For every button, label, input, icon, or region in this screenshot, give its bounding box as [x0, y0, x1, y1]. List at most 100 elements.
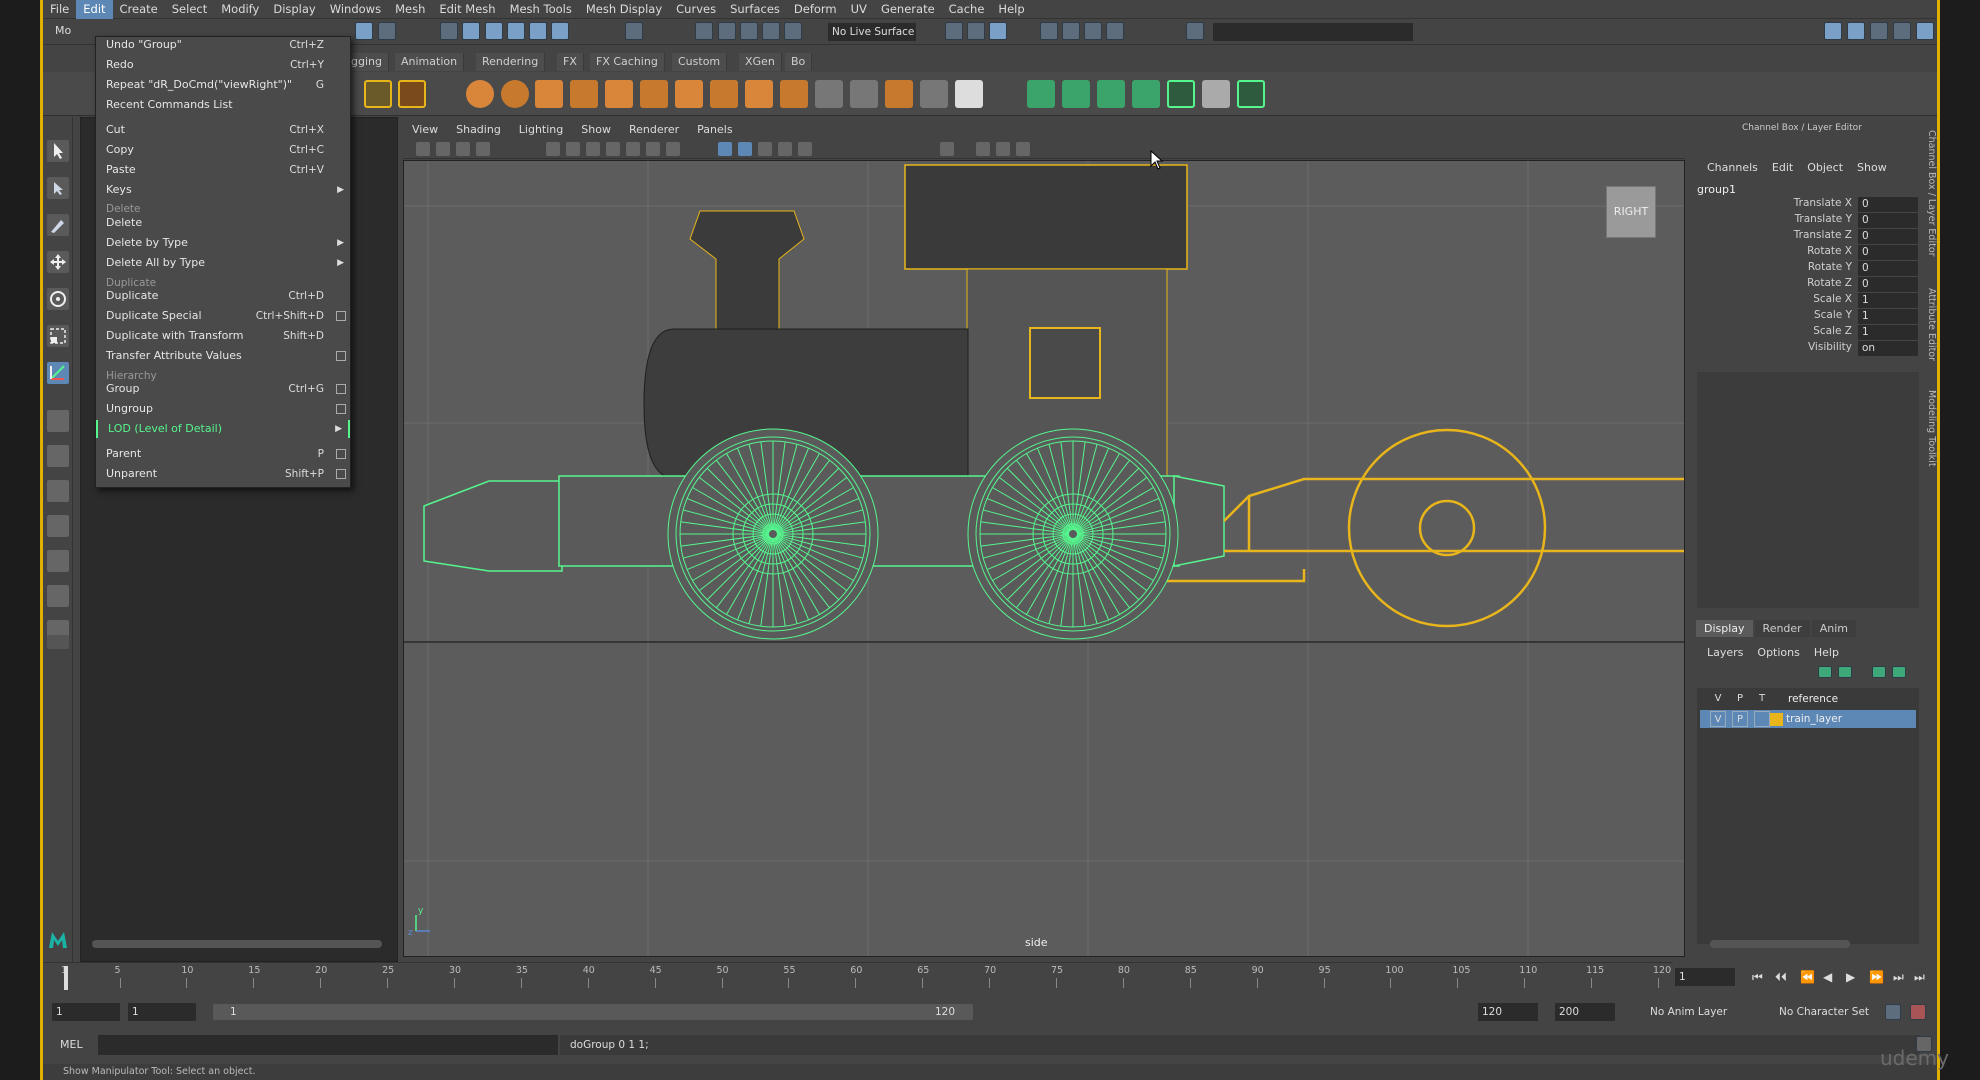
- layer-visibility-toggle[interactable]: V: [1710, 711, 1726, 727]
- channel-value[interactable]: 0: [1858, 213, 1918, 228]
- menu-modify[interactable]: Modify: [214, 0, 266, 19]
- side-tab-attribute-editor[interactable]: Attribute Editor: [1926, 288, 1937, 361]
- layer-type-toggle[interactable]: [1754, 711, 1770, 727]
- edit-menu-item-redo[interactable]: Redo Ctrl+Y: [96, 56, 350, 74]
- option-box-icon[interactable]: [336, 469, 346, 479]
- workspace-layout-icon-5[interactable]: [1916, 22, 1934, 40]
- channel-name[interactable]: Rotate Y: [1808, 261, 1852, 273]
- select-camera-icon[interactable]: [416, 142, 430, 156]
- channel-value[interactable]: 0: [1858, 261, 1918, 276]
- poly-plane-icon[interactable]: [570, 80, 598, 108]
- input-output-icon[interactable]: [945, 22, 963, 40]
- menu-create[interactable]: Create: [113, 0, 165, 19]
- play-forwards-icon[interactable]: ▶: [1846, 970, 1855, 984]
- menu-deform[interactable]: Deform: [787, 0, 844, 19]
- select-by-hierarchy-icon[interactable]: [355, 22, 373, 40]
- shelf-tab-xgen[interactable]: XGen: [739, 53, 782, 71]
- smooth-shade-icon[interactable]: [738, 142, 752, 156]
- menu-select[interactable]: Select: [165, 0, 214, 19]
- go-to-end-icon[interactable]: ⏭: [1914, 970, 1925, 985]
- scene-start-field[interactable]: 1: [52, 1003, 120, 1021]
- multi-cut-icon[interactable]: [850, 80, 878, 108]
- cylindrical-map-icon[interactable]: [1097, 80, 1125, 108]
- persp-hypershade-layout-icon[interactable]: [47, 550, 69, 572]
- separate-icon[interactable]: [955, 80, 983, 108]
- channel-name[interactable]: Rotate Z: [1807, 277, 1852, 289]
- channel-box-menu-object[interactable]: Object: [1800, 161, 1850, 174]
- channel-row-scale-z[interactable]: Scale Z 1: [1700, 325, 1918, 340]
- edit-menu-item-keys[interactable]: Keys ▶: [96, 181, 350, 199]
- step-forward-frame-icon[interactable]: ⏭: [1893, 970, 1904, 985]
- move-layer-up-icon[interactable]: [1818, 666, 1832, 678]
- shelf-tab-fx[interactable]: FX: [557, 53, 584, 71]
- shelf-tab-bo[interactable]: Bo: [785, 53, 813, 71]
- poly-torus-icon[interactable]: [605, 80, 633, 108]
- render-frame-icon[interactable]: [740, 22, 758, 40]
- svg-tool-icon[interactable]: [398, 80, 426, 108]
- single-perspective-layout-icon[interactable]: [47, 410, 69, 432]
- animation-preferences-icon[interactable]: [1910, 1004, 1926, 1020]
- option-box-icon[interactable]: [336, 311, 346, 321]
- channel-value[interactable]: 0: [1858, 277, 1918, 292]
- layer-tab-display[interactable]: Display: [1696, 620, 1753, 637]
- channel-value[interactable]: 1: [1858, 309, 1918, 324]
- playback-start-field[interactable]: 1: [128, 1003, 196, 1021]
- use-default-material-icon[interactable]: [758, 142, 772, 156]
- shelf-tab-rendering[interactable]: Rendering: [476, 53, 546, 71]
- shelf-tab-custom[interactable]: Custom: [672, 53, 728, 71]
- viewport-menu-show[interactable]: Show: [572, 123, 620, 136]
- menu-display[interactable]: Display: [266, 0, 322, 19]
- lights-icon[interactable]: [798, 142, 812, 156]
- combine-icon[interactable]: [640, 80, 668, 108]
- option-box-icon[interactable]: [336, 351, 346, 361]
- option-box-icon[interactable]: [336, 384, 346, 394]
- new-layer-selected-icon[interactable]: [1892, 666, 1906, 678]
- select-by-component-icon[interactable]: [440, 22, 458, 40]
- menu-cache[interactable]: Cache: [942, 0, 992, 19]
- layer-tab-anim[interactable]: Anim: [1811, 620, 1856, 637]
- layout-uv-icon[interactable]: [1237, 80, 1265, 108]
- workspace-layout-icon-2[interactable]: [1847, 22, 1865, 40]
- bevel-icon[interactable]: [745, 80, 773, 108]
- show-manipulator-icon[interactable]: [47, 362, 69, 384]
- anim-layer-selector[interactable]: No Anim Layer: [1650, 1006, 1727, 1018]
- move-tool-icon[interactable]: [47, 251, 69, 273]
- construction-history-icon[interactable]: [718, 22, 736, 40]
- persp-outliner-layout-icon[interactable]: [47, 480, 69, 502]
- layer-editor-scrollbar[interactable]: [1710, 940, 1850, 948]
- step-forward-key-icon[interactable]: ⏩: [1869, 970, 1884, 984]
- channel-name[interactable]: Translate X: [1794, 197, 1852, 209]
- workspace-layout-icon-4[interactable]: [1893, 22, 1911, 40]
- layer-color-swatch[interactable]: [1770, 713, 1783, 726]
- layer-menu-layers[interactable]: Layers: [1700, 646, 1750, 659]
- grid-toggle-icon[interactable]: [546, 142, 560, 156]
- snap-plane-icon[interactable]: [551, 22, 569, 40]
- viewport-menu-shading[interactable]: Shading: [447, 123, 510, 136]
- move-layer-down-icon[interactable]: [1838, 666, 1852, 678]
- channel-row-translate-z[interactable]: Translate Z 0: [1700, 229, 1918, 244]
- persp-graph-layout-icon[interactable]: [47, 515, 69, 537]
- isolate-select-icon[interactable]: [940, 142, 954, 156]
- menu-uv[interactable]: UV: [844, 0, 874, 19]
- channel-box-menu-show[interactable]: Show: [1850, 161, 1894, 174]
- play-backwards-icon[interactable]: ◀: [1823, 970, 1832, 984]
- current-frame-field[interactable]: 1: [1675, 968, 1735, 986]
- edit-menu-item-duplicate-with-transform[interactable]: Duplicate with Transform Shift+D: [96, 327, 350, 345]
- scale-tool-icon[interactable]: [47, 325, 69, 347]
- channel-name[interactable]: Scale Z: [1813, 325, 1852, 337]
- view-cube[interactable]: RIGHT: [1606, 186, 1656, 238]
- layer-row-train-layer[interactable]: V P train_layer: [1700, 710, 1916, 728]
- hypershade-icon[interactable]: [989, 22, 1007, 40]
- character-set-selector[interactable]: No Character Set: [1779, 1006, 1869, 1018]
- channel-name[interactable]: Visibility: [1808, 341, 1852, 353]
- textured-icon[interactable]: [778, 142, 792, 156]
- playback-end-field[interactable]: 120: [1478, 1003, 1538, 1021]
- menu-mesh[interactable]: Mesh: [388, 0, 432, 19]
- poly-cylinder-icon[interactable]: [535, 80, 563, 108]
- layer-tab-render[interactable]: Render: [1754, 620, 1810, 637]
- edit-menu-item-transfer-attribute-values[interactable]: Transfer Attribute Values: [96, 347, 350, 365]
- edit-menu-item-undo-group[interactable]: Undo "Group" Ctrl+Z: [96, 36, 350, 54]
- channel-box-menu-channels[interactable]: Channels: [1700, 161, 1765, 174]
- resolution-gate-icon[interactable]: [586, 142, 600, 156]
- scene-end-field[interactable]: 200: [1555, 1003, 1615, 1021]
